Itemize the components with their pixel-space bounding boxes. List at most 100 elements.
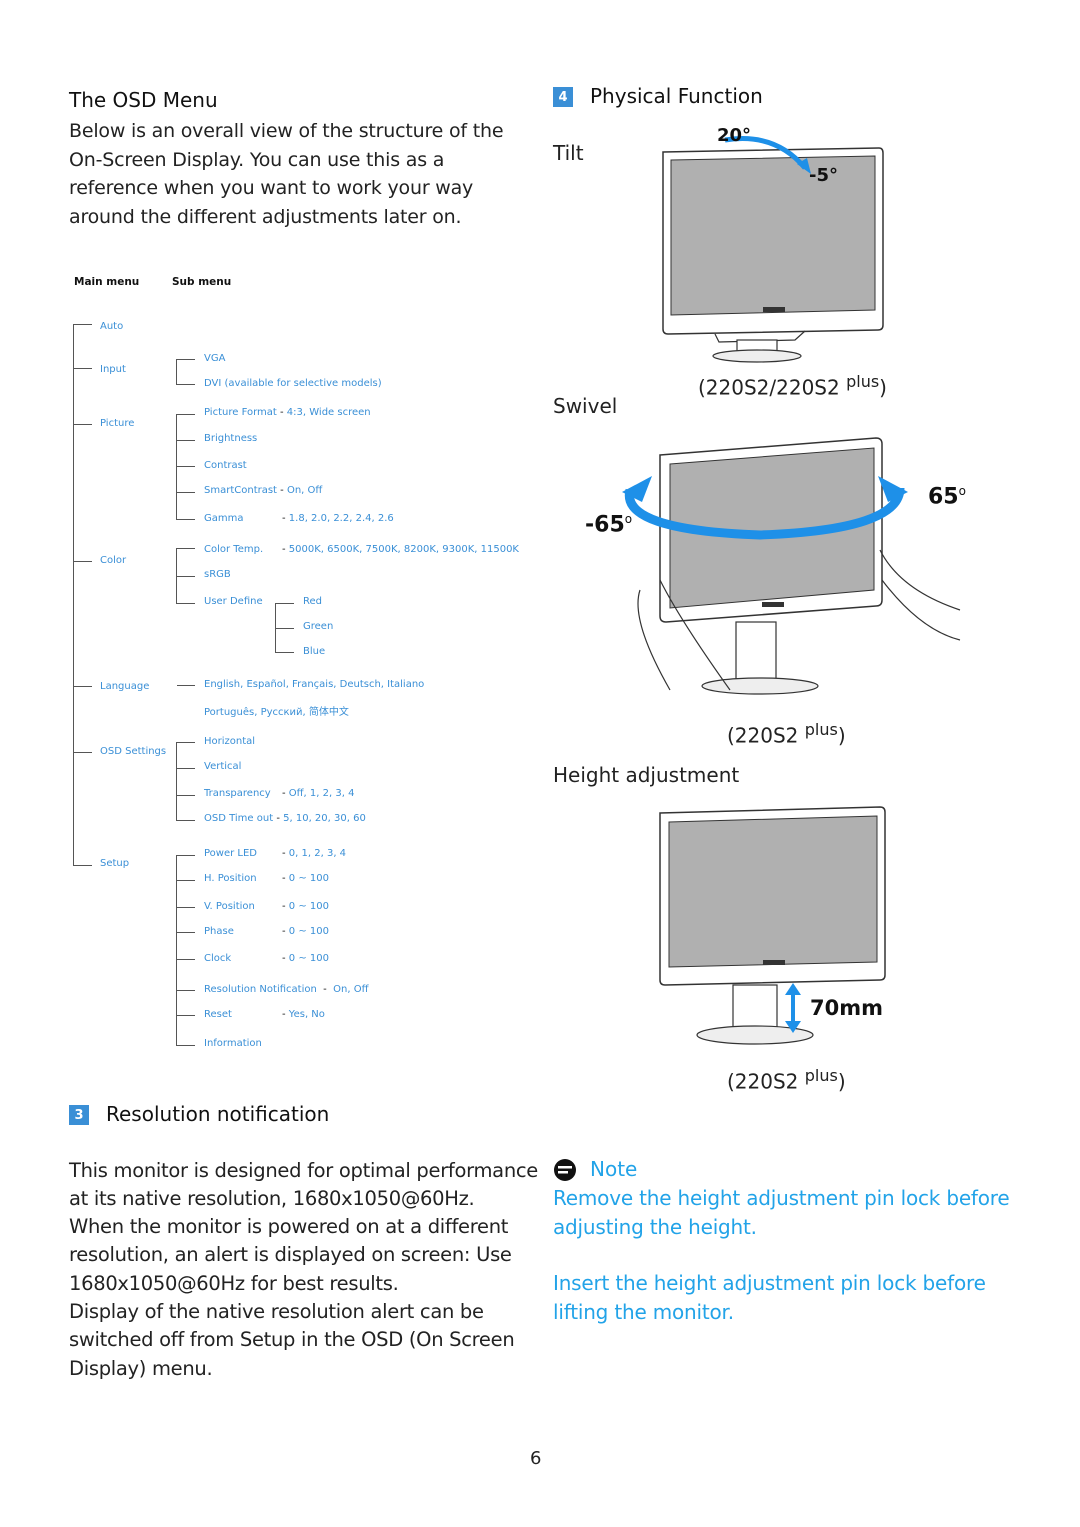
- note-text-insert-pin: Insert the height adjustment pin lock be…: [553, 1271, 986, 1324]
- branch-line: [176, 492, 195, 493]
- branch-line: [176, 603, 195, 604]
- sub-item-clock: Clock: [204, 953, 232, 964]
- main-item-color: Color: [100, 555, 127, 566]
- branch-line: [73, 752, 92, 753]
- monitor-icon: [659, 437, 883, 695]
- sub-item-contrast: Contrast: [204, 460, 247, 471]
- sub-trunk-line: [176, 855, 177, 1045]
- branch-line: [176, 1015, 195, 1016]
- osd-menu-title: The OSD Menu: [69, 88, 218, 112]
- phase-values: - 0 ~ 100: [282, 926, 329, 937]
- brand-logo: [762, 602, 784, 607]
- transparency-values: - Off, 1, 2, 3, 4: [282, 788, 355, 799]
- sub-item-dvi: DVI (available for selective models): [204, 378, 382, 389]
- sub-item-gamma: Gamma: [204, 513, 244, 524]
- branch-line: [176, 384, 195, 385]
- main-item-input: Input: [100, 364, 126, 375]
- sub-item-information: Information: [204, 1038, 262, 1049]
- sub-item-green: Green: [303, 621, 334, 632]
- height-range: 70mm: [810, 996, 883, 1020]
- note-icon: [554, 1159, 576, 1181]
- resolution-paragraph-3: Display of the native resolution alert c…: [69, 1300, 515, 1380]
- reset-values: - Yes, No: [282, 1009, 325, 1020]
- sub-item-srgb: sRGB: [204, 569, 231, 580]
- note-heading: Note: [590, 1157, 638, 1181]
- swivel-angle-left: -65o: [585, 512, 633, 538]
- note-text-remove-pin: Remove the height adjustment pin lock be…: [553, 1186, 1010, 1239]
- resolution-paragraph-2: When the monitor is powered on at a diff…: [69, 1215, 512, 1295]
- language-list-2: Português, Pyccкий, 简体中文: [204, 707, 349, 718]
- main-item-language: Language: [100, 681, 150, 692]
- sub-item-osd-timeout: OSD Time out - 5, 10, 20, 30, 60: [204, 813, 366, 824]
- height-arrow-icon: [785, 983, 801, 1033]
- sub-item-blue: Blue: [303, 646, 326, 657]
- gamma-values: - 1.8, 2.0, 2.2, 2.4, 2.6: [282, 513, 394, 524]
- tilt-label: Tilt: [553, 141, 584, 165]
- brand-logo: [763, 307, 785, 312]
- sub-item-resolution-notification: Resolution Notification - On, Off: [204, 984, 369, 995]
- branch-line: [73, 561, 92, 562]
- sub-item-vertical: Vertical: [204, 761, 242, 772]
- sub-item-vga: VGA: [204, 353, 226, 364]
- tilt-angle-down: -5°: [809, 165, 838, 186]
- branch-line: [73, 368, 92, 369]
- monitor-icon: [662, 147, 884, 363]
- branch-line: [176, 990, 195, 991]
- brand-logo: [763, 960, 785, 965]
- branch-line: [176, 742, 195, 743]
- branch-line: [176, 1045, 195, 1046]
- branch-line: [176, 795, 195, 796]
- branch-line: [275, 628, 294, 629]
- language-list-1: English, Español, Français, Deutsch, Ita…: [204, 679, 425, 690]
- branch-line: [176, 768, 195, 769]
- branch-line: [177, 685, 195, 686]
- tilt-model-caption: (220S2/220S2 plus): [698, 372, 887, 400]
- tree-header-main-menu: Main menu: [74, 276, 140, 288]
- sub-item-phase: Phase: [204, 926, 234, 937]
- branch-line: [176, 359, 195, 360]
- resolution-notification-title: Resolution notification: [106, 1102, 330, 1126]
- branch-line: [176, 907, 195, 908]
- main-item-auto: Auto: [100, 321, 124, 332]
- sub-item-smartcontrast: SmartContrast - On, Off: [204, 485, 323, 496]
- main-item-setup: Setup: [100, 858, 130, 869]
- branch-line: [176, 414, 195, 415]
- branch-line: [176, 440, 195, 441]
- branch-line: [73, 686, 92, 687]
- tree-trunk-line: [73, 325, 74, 865]
- tilt-monitor-illustration: [662, 136, 884, 363]
- page-number: 6: [530, 1448, 542, 1469]
- branch-line: [176, 932, 195, 933]
- branch-line: [176, 855, 195, 856]
- sub-trunk-line: [176, 359, 177, 384]
- tilt-angle-up: 20°: [717, 125, 752, 146]
- osd-intro-text: Below is an overall view of the structur…: [69, 120, 504, 228]
- branch-line: [176, 519, 195, 520]
- section-number-badge: 4: [553, 87, 573, 107]
- branch-line: [176, 820, 195, 821]
- resolution-paragraph-1: This monitor is designed for optimal per…: [69, 1159, 539, 1211]
- power-led-values: - 0, 1, 2, 3, 4: [282, 848, 347, 859]
- sub-item-power-led: Power LED: [204, 848, 258, 859]
- sub-item-picture-format: Picture Format - 4:3, Wide screen: [204, 407, 371, 418]
- sub-item-red: Red: [303, 596, 322, 607]
- branch-line: [73, 424, 92, 425]
- main-item-picture: Picture: [100, 418, 135, 429]
- sub-item-user-define: User Define: [204, 596, 263, 607]
- swivel-model-caption: (220S2 plus): [727, 720, 846, 748]
- physical-function-title: Physical Function: [590, 84, 763, 108]
- h-position-values: - 0 ~ 100: [282, 873, 329, 884]
- height-model-caption: (220S2 plus): [727, 1066, 846, 1094]
- v-position-values: - 0 ~ 100: [282, 901, 329, 912]
- clock-values: - 0 ~ 100: [282, 953, 329, 964]
- main-item-osd-settings: OSD Settings: [100, 746, 167, 757]
- height-adjustment-label: Height adjustment: [553, 763, 740, 787]
- branch-line: [176, 880, 195, 881]
- right-hand-icon: [879, 549, 961, 641]
- section-number-badge: 3: [69, 1105, 89, 1125]
- branch-line: [176, 466, 195, 467]
- swivel-angle-right: 65o: [928, 484, 966, 510]
- sub-item-v-position: V. Position: [204, 901, 255, 912]
- sub-item-horizontal: Horizontal: [204, 736, 256, 747]
- sub-item-color-temp: Color Temp.: [204, 544, 264, 555]
